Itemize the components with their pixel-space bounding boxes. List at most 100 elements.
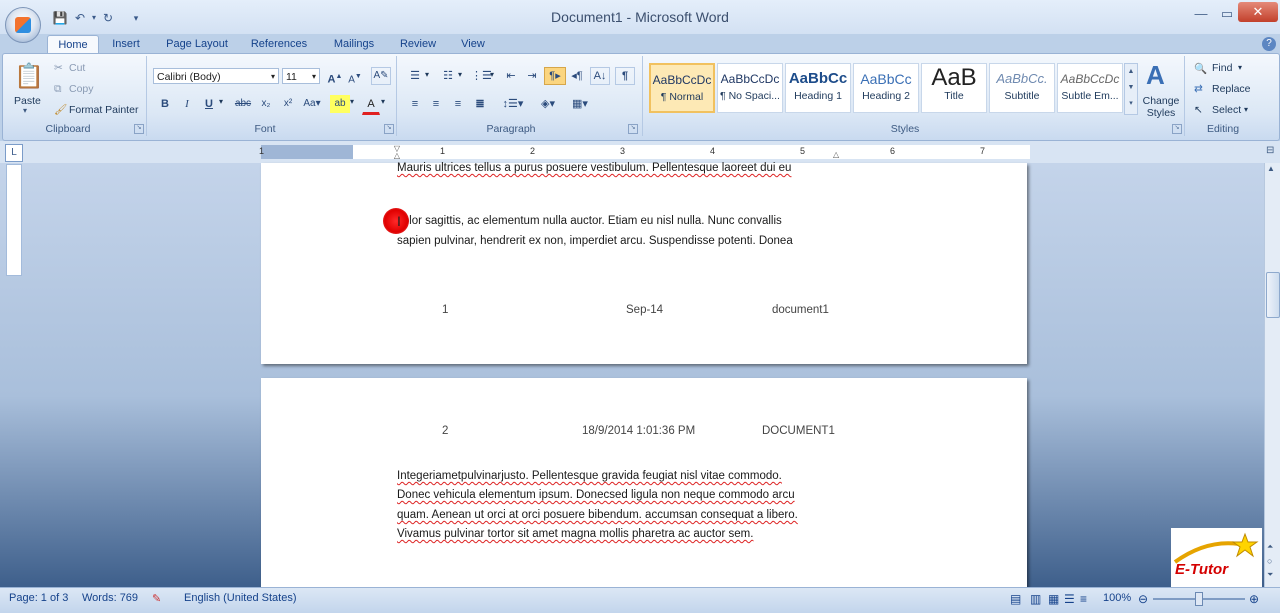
find-dropdown-icon[interactable]: ▾ — [1238, 63, 1242, 72]
style-subtle-emphasis[interactable]: AaBbCcDc Subtle Em... — [1057, 63, 1123, 113]
styles-launcher-icon[interactable]: ↘ — [1172, 124, 1182, 134]
replace-icon[interactable]: ⇄ — [1194, 83, 1203, 95]
highlight-dropdown-icon[interactable]: ▾ — [350, 97, 354, 106]
line-spacing-icon[interactable]: ↕☰▾ — [500, 95, 526, 113]
decrease-indent-icon[interactable]: ⇤ — [501, 67, 521, 85]
page2-line-1[interactable]: Integeriametpulvinarjusto. Pellentesque … — [397, 467, 782, 487]
zoom-out-icon[interactable]: ⊖ — [1138, 592, 1148, 606]
copy-button[interactable]: Copy — [69, 83, 94, 95]
maximize-icon[interactable]: ▭ — [1214, 4, 1240, 24]
underline-icon[interactable]: U — [200, 95, 218, 113]
justify-icon[interactable]: ≣ — [470, 95, 490, 113]
align-left-icon[interactable]: ≡ — [405, 95, 425, 113]
copy-icon[interactable]: ⧉ — [54, 83, 62, 96]
borders-icon[interactable]: ▦▾ — [566, 95, 594, 113]
change-case-icon[interactable]: Aa▾ — [300, 95, 324, 113]
numbering-icon[interactable]: ☷ — [438, 67, 458, 85]
close-icon[interactable]: ✕ — [1238, 2, 1278, 22]
shading-icon[interactable]: ◈▾ — [535, 95, 561, 113]
page1-para-line2[interactable]: sapien pulvinar, hendrerit ex non, imper… — [397, 232, 793, 252]
full-screen-reading-icon[interactable]: ▥ — [1030, 592, 1041, 606]
page-count[interactable]: Page: 1 of 3 — [9, 592, 68, 604]
font-name-dropdown-icon[interactable]: ▾ — [271, 69, 275, 85]
indent-marker-icon[interactable]: ▽ △ — [393, 145, 401, 160]
font-size-combo[interactable]: 11 ▾ — [282, 68, 320, 84]
bullets-dropdown-icon[interactable]: ▾ — [425, 70, 429, 79]
scroll-up-icon[interactable]: ▲ — [1267, 164, 1275, 173]
select-browse-object-icon[interactable]: ○ — [1267, 556, 1272, 566]
font-size-dropdown-icon[interactable]: ▾ — [312, 69, 316, 85]
zoom-slider-thumb[interactable] — [1195, 592, 1203, 606]
language[interactable]: English (United States) — [184, 592, 297, 604]
paste-button[interactable]: Paste — [14, 95, 41, 107]
multilevel-dropdown-icon[interactable]: ▾ — [490, 70, 494, 79]
shrink-font-icon[interactable]: A▼ — [346, 68, 364, 89]
multilevel-list-icon[interactable]: ⋮☰ — [470, 67, 492, 85]
bullets-icon[interactable]: ☰ — [405, 67, 425, 85]
outline-icon[interactable]: ☰ — [1064, 592, 1075, 606]
font-color-dropdown-icon[interactable]: ▾ — [381, 97, 385, 106]
styles-scroll[interactable]: ▲ ▼ ▾ — [1124, 63, 1138, 115]
highlight-icon[interactable]: ab — [330, 95, 350, 113]
style-subtitle[interactable]: AaBbCc. Subtitle — [989, 63, 1055, 113]
underline-dropdown-icon[interactable]: ▾ — [219, 97, 223, 106]
minimize-icon[interactable]: — — [1188, 4, 1214, 24]
find-icon[interactable]: 🔍 — [1194, 62, 1207, 75]
format-painter-button[interactable]: Format Painter — [69, 104, 138, 116]
vertical-ruler[interactable] — [6, 164, 22, 276]
scrollbar-thumb[interactable] — [1266, 272, 1280, 318]
show-formatting-marks-icon[interactable]: ¶ — [615, 67, 635, 85]
zoom-level[interactable]: 100% — [1103, 592, 1131, 604]
increase-indent-icon[interactable]: ⇥ — [522, 67, 542, 85]
cut-button[interactable]: Cut — [69, 62, 85, 74]
vertical-scrollbar[interactable] — [1264, 163, 1280, 587]
tab-insert[interactable]: Insert — [104, 35, 148, 53]
cut-icon[interactable]: ✂ — [54, 62, 63, 74]
strikethrough-icon[interactable]: abc — [232, 95, 254, 113]
tab-page-layout[interactable]: Page Layout — [160, 35, 234, 53]
tab-home[interactable]: Home — [47, 35, 99, 54]
style-heading-2[interactable]: AaBbCc Heading 2 — [853, 63, 919, 113]
word-count[interactable]: Words: 769 — [82, 592, 138, 604]
paste-dropdown-icon[interactable]: ▾ — [23, 106, 27, 115]
font-color-icon[interactable]: A — [362, 95, 380, 115]
style-normal[interactable]: AaBbCcDc ¶ Normal — [649, 63, 715, 113]
tab-mailings[interactable]: Mailings — [326, 35, 382, 53]
format-painter-icon[interactable]: 🖌 — [54, 103, 67, 116]
office-button[interactable] — [5, 7, 41, 43]
page2-line-2[interactable]: Donec vehicula elementum ipsum. Donecsed… — [397, 486, 795, 506]
select-dropdown-icon[interactable]: ▾ — [1244, 105, 1248, 114]
clipboard-launcher-icon[interactable]: ↘ — [134, 124, 144, 134]
page-1[interactable] — [261, 163, 1027, 364]
font-name-combo[interactable]: Calibri (Body) ▾ — [153, 68, 279, 84]
change-styles-button[interactable]: Change Styles — [1141, 95, 1181, 119]
web-layout-icon[interactable]: ▦ — [1048, 592, 1059, 606]
tab-references[interactable]: References — [246, 35, 312, 53]
font-launcher-icon[interactable]: ↘ — [384, 124, 394, 134]
change-styles-icon[interactable]: A — [1146, 60, 1165, 91]
print-layout-icon[interactable]: ▤ — [1010, 592, 1021, 606]
bold-icon[interactable]: B — [156, 95, 174, 113]
find-button[interactable]: Find — [1212, 62, 1232, 74]
previous-page-icon[interactable]: ⏶ — [1267, 542, 1273, 552]
italic-icon[interactable]: I — [178, 95, 196, 113]
draft-icon[interactable]: ≡ — [1080, 592, 1087, 606]
grow-font-icon[interactable]: A▲ — [326, 68, 344, 89]
page1-line-top[interactable]: Mauris ultrices tellus a purus posuere v… — [397, 159, 791, 179]
superscript-icon[interactable]: x² — [278, 95, 298, 113]
select-icon[interactable]: ↖ — [1194, 104, 1203, 116]
paragraph-launcher-icon[interactable]: ↘ — [628, 124, 638, 134]
ruler-tab-selector-icon[interactable]: L — [5, 144, 23, 162]
numbering-dropdown-icon[interactable]: ▾ — [458, 70, 462, 79]
page1-para-line1[interactable]: Tolor sagittis, ac elementum nulla aucto… — [397, 212, 782, 232]
style-no-spacing[interactable]: AaBbCcDc ¶ No Spaci... — [717, 63, 783, 113]
help-icon[interactable]: ? — [1262, 37, 1276, 51]
ltr-text-icon[interactable]: ¶▸ — [544, 67, 566, 85]
next-page-icon[interactable]: ⏷ — [1267, 570, 1273, 580]
page2-line-4[interactable]: Vivamus pulvinar tortor sit amet magna m… — [397, 525, 753, 545]
paste-icon[interactable]: 📋 — [12, 60, 46, 94]
select-button[interactable]: Select — [1212, 104, 1241, 116]
view-ruler-icon[interactable]: ⊟ — [1266, 145, 1278, 159]
tab-view[interactable]: View — [453, 35, 493, 53]
rtl-text-icon[interactable]: ◂¶ — [567, 67, 587, 85]
